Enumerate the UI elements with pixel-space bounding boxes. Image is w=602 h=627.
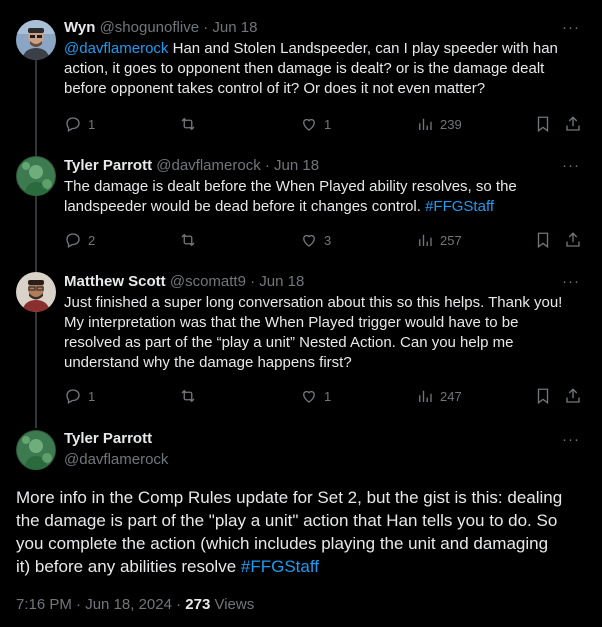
like-count: 1	[324, 116, 332, 132]
views-button[interactable]: 247	[416, 386, 462, 406]
bookmark-icon	[537, 388, 549, 405]
like-count: 1	[324, 388, 332, 404]
tweet-text: More info in the Comp Rules update for S…	[16, 488, 563, 576]
avatar[interactable]	[16, 20, 56, 60]
share-button[interactable]	[564, 386, 588, 406]
action-bar: 1 1 239	[64, 114, 586, 134]
views-icon	[419, 234, 432, 246]
reply-count: 1	[88, 388, 96, 404]
separator: ·	[264, 157, 270, 174]
like-count: 3	[324, 232, 332, 248]
action-bar: 2 3 257	[64, 230, 586, 250]
reply-count: 2	[88, 232, 96, 248]
retweet-icon	[181, 117, 195, 131]
display-name[interactable]: Wyn	[64, 19, 95, 36]
mention-link[interactable]: @davflamerock	[64, 40, 168, 57]
bookmark-icon	[537, 116, 549, 133]
avatar[interactable]	[16, 272, 56, 312]
share-button[interactable]	[564, 114, 588, 134]
reply-tweet[interactable]: Wyn @shogunoflive · Jun 18 ··· @davflame…	[0, 18, 602, 138]
more-icon[interactable]: ···	[562, 20, 580, 35]
user-handle[interactable]: @davflamerock	[156, 157, 260, 174]
share-icon	[566, 388, 580, 403]
hashtag-link[interactable]: #FFGStaff	[241, 557, 319, 576]
reply-tweet[interactable]: Tyler Parrott @davflamerock · Jun 18 ···…	[0, 156, 602, 256]
like-button[interactable]: 3	[300, 230, 331, 250]
views-button[interactable]: 239	[416, 114, 462, 134]
action-bar: 1 1 247	[64, 386, 586, 406]
retweet-button[interactable]	[179, 230, 203, 250]
views-button[interactable]: 257	[416, 230, 462, 250]
reply-icon	[66, 233, 80, 248]
reply-tweet[interactable]: Matthew Scott @scomatt9 · Jun 18 ··· Jus…	[0, 272, 602, 412]
display-name[interactable]: Tyler Parrott	[64, 430, 152, 447]
retweet-icon	[181, 389, 195, 403]
user-handle[interactable]: @shogunoflive	[100, 19, 199, 36]
views-count: 247	[440, 388, 462, 404]
views-icon	[419, 118, 432, 130]
tweet-text: The damage is dealt before the When Play…	[64, 178, 517, 215]
hashtag-link[interactable]: #FFGStaff	[425, 198, 494, 215]
heart-icon	[303, 234, 315, 247]
avatar[interactable]	[16, 430, 56, 470]
like-button[interactable]: 1	[300, 386, 331, 406]
bookmark-button[interactable]	[534, 230, 558, 250]
tweet-header: Matthew Scott @scomatt9 · Jun 18	[64, 272, 304, 292]
reply-count: 1	[88, 116, 96, 132]
tweet-date[interactable]: Jun 18	[274, 157, 319, 174]
tweet-text: @davflamerock Han and Stolen Landspeeder…	[64, 40, 558, 97]
share-icon	[566, 232, 580, 247]
heart-icon	[303, 390, 315, 403]
views-count: 257	[440, 232, 462, 248]
tweet-header: Tyler Parrott @davflamerock · Jun 18	[64, 156, 319, 176]
views-count: 273	[185, 596, 211, 613]
retweet-button[interactable]	[179, 114, 203, 134]
tweet-date[interactable]: Jun 18	[212, 19, 257, 36]
tweet-text: Just finished a super long conversation …	[64, 294, 563, 371]
reply-button[interactable]: 1	[64, 386, 95, 406]
reply-icon	[66, 117, 80, 132]
tweet-timestamp: 7:16 PM · Jun 18, 2024 · 273 Views	[16, 596, 254, 613]
bookmark-icon	[537, 232, 549, 249]
reply-button[interactable]: 2	[64, 230, 95, 250]
retweet-icon	[181, 233, 195, 247]
views-label: Views	[210, 596, 255, 613]
share-button[interactable]	[564, 230, 588, 250]
separator: ·	[250, 273, 256, 290]
more-icon[interactable]: ···	[562, 274, 580, 289]
user-handle[interactable]: @scomatt9	[170, 273, 246, 290]
tweet-date[interactable]: Jun 18	[259, 273, 304, 290]
tweet-header: Wyn @shogunoflive · Jun 18	[64, 18, 257, 38]
bookmark-button[interactable]	[534, 114, 558, 134]
display-name[interactable]: Tyler Parrott	[64, 157, 152, 174]
reply-button[interactable]: 1	[64, 114, 95, 134]
bookmark-button[interactable]	[534, 386, 558, 406]
user-handle[interactable]: @davflamerock	[64, 451, 168, 468]
retweet-button[interactable]	[179, 386, 203, 406]
views-count: 239	[440, 116, 462, 132]
separator: ·	[203, 19, 209, 36]
more-icon[interactable]: ···	[562, 432, 580, 447]
reply-icon	[66, 389, 80, 404]
display-name[interactable]: Matthew Scott	[64, 273, 166, 290]
more-icon[interactable]: ···	[562, 158, 580, 173]
main-tweet: Tyler Parrott @davflamerock ··· More inf…	[0, 428, 602, 623]
like-button[interactable]: 1	[300, 114, 331, 134]
avatar[interactable]	[16, 156, 56, 196]
timestamp-link[interactable]: 7:16 PM · Jun 18, 2024 ·	[16, 596, 185, 613]
share-icon	[566, 116, 580, 131]
heart-icon	[303, 118, 315, 131]
views-icon	[419, 390, 432, 402]
